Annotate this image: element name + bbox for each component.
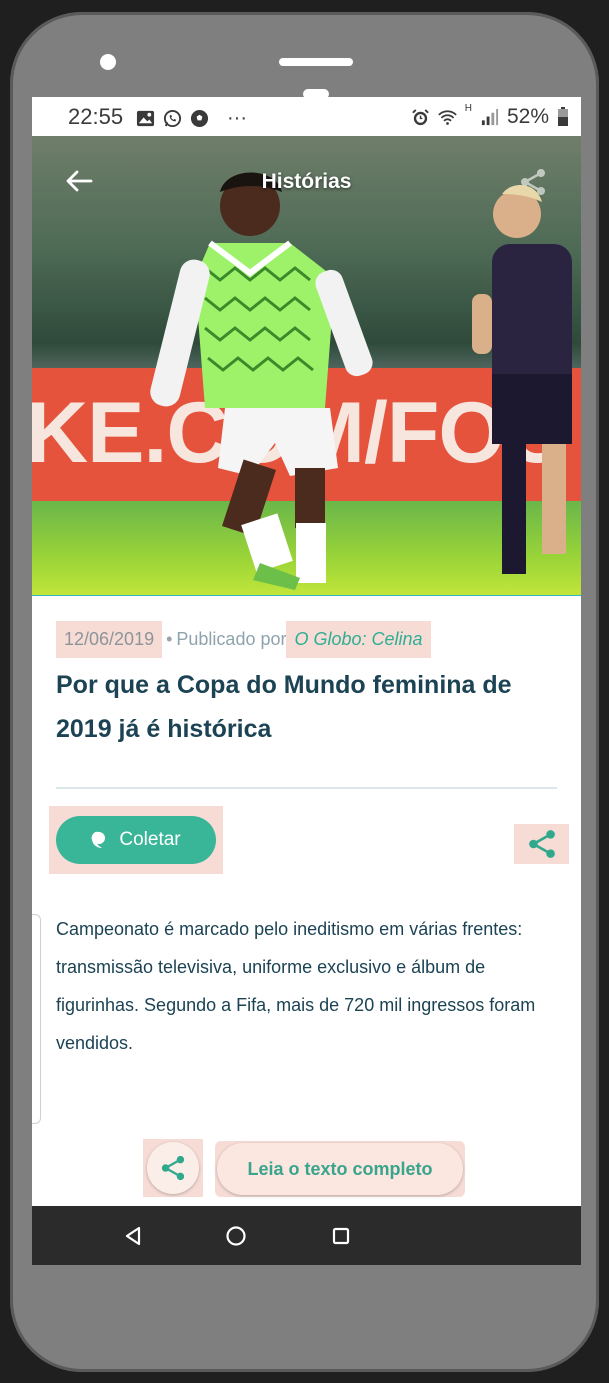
- network-type: H: [464, 103, 472, 114]
- page-title: Histórias: [261, 170, 352, 193]
- collect-button[interactable]: Coletar: [56, 816, 216, 864]
- more-notifications: ···: [227, 107, 247, 129]
- article-date: 12/06/2019: [56, 621, 163, 658]
- opponent-player-figure: [472, 184, 572, 574]
- article-meta: 12/06/2019 • Publicado por O Globo: Celi…: [56, 621, 431, 658]
- main-player-figure: [150, 172, 373, 590]
- device-frame: 22:55 ··· H 52% KE.COM/FOO: [0, 0, 609, 1383]
- screen: 22:55 ··· H 52% KE.COM/FOO: [32, 97, 581, 1265]
- share-icon: [161, 1155, 185, 1181]
- header-share-button[interactable]: [502, 155, 564, 209]
- quote-mark-icon: [91, 831, 106, 848]
- earpiece-speaker: [279, 58, 353, 66]
- hero-bottom-accent: [32, 595, 581, 596]
- status-bar: 22:55 ··· H 52%: [32, 97, 581, 136]
- share-icon: [521, 169, 545, 195]
- signal-icon: [481, 108, 499, 125]
- battery-icon: [558, 107, 568, 126]
- square-recents-icon: [332, 1227, 350, 1245]
- nav-home-button[interactable]: [222, 1222, 250, 1250]
- soccer-ball-icon: [190, 109, 209, 128]
- meta-separator: •: [166, 629, 173, 649]
- system-navigation-bar: [32, 1206, 581, 1265]
- nav-back-button[interactable]: [119, 1222, 147, 1250]
- battery-percent: 52%: [506, 105, 549, 128]
- title-divider: [56, 787, 557, 789]
- collect-button-label: Coletar: [119, 829, 181, 850]
- notification-icons: ···: [136, 107, 247, 130]
- wifi-icon: [437, 109, 457, 125]
- article-title: Por que a Copa do Mundo feminina de 2019…: [56, 671, 512, 743]
- side-drawer-handle[interactable]: [32, 914, 41, 1124]
- triangle-back-icon: [125, 1226, 141, 1246]
- front-camera: [100, 54, 116, 70]
- alarm-icon: [411, 108, 429, 125]
- system-icons: H 52%: [411, 103, 569, 129]
- nav-recents-button[interactable]: [327, 1222, 355, 1250]
- read-more-highlight: Leia o texto completo: [215, 1141, 465, 1197]
- share-button[interactable]: [514, 824, 569, 864]
- whatsapp-icon: [163, 109, 182, 128]
- collect-button-highlight: Coletar: [49, 806, 223, 874]
- bottom-share-highlight: [143, 1139, 203, 1197]
- circle-home-icon: [226, 1226, 246, 1246]
- image-icon: [136, 110, 155, 127]
- status-time: 22:55: [68, 104, 124, 129]
- article-source-link[interactable]: O Globo: Celina: [286, 621, 431, 658]
- bottom-share-button[interactable]: [147, 1142, 199, 1194]
- published-by-label: Publicado por: [176, 629, 287, 649]
- read-full-text-button[interactable]: Leia o texto completo: [217, 1143, 463, 1195]
- article-summary: Campeonato é marcado pelo ineditismo em …: [56, 919, 536, 1053]
- share-icon: [528, 830, 555, 858]
